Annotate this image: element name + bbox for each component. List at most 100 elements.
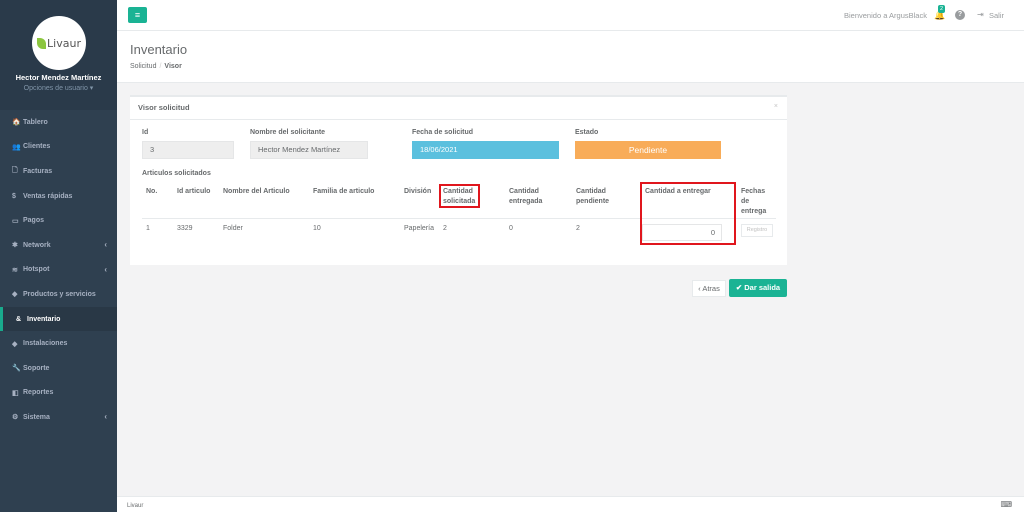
wifi-icon: ≋: [12, 266, 18, 274]
sidebar-item-label: Clientes: [23, 143, 51, 151]
sidebar-item-label: Productos y servicios: [23, 290, 96, 298]
logo-text: Livaur: [47, 36, 81, 50]
file-icon: 🗋: [12, 166, 18, 174]
sidebar-item-reportes[interactable]: ◧ Reportes: [0, 381, 117, 406]
sidebar-item-tablero[interactable]: 🏠 Tablero: [0, 110, 117, 135]
menu-toggle-button[interactable]: ≡: [128, 7, 147, 23]
cubes-icon: &: [16, 315, 22, 323]
sidebar-item-label: Hotspot: [23, 266, 50, 274]
date-field: 18/06/2021: [412, 141, 559, 159]
footer: Livaur ⌨: [117, 496, 1024, 512]
status-label: Estado: [575, 129, 599, 136]
sidebar: Livaur Hector Mendez Martínez Opciones d…: [0, 0, 117, 512]
sidebar-item-inventario[interactable]: & Inventario: [0, 306, 117, 332]
money-icon: ▭: [12, 217, 19, 225]
sidebar-item-label: Instalaciones: [23, 340, 68, 348]
requester-field: Hector Mendez Martínez: [250, 141, 368, 159]
tag-icon: ◆: [12, 291, 18, 299]
dollar-icon: $: [12, 192, 16, 200]
breadcrumb-separator: /: [159, 63, 162, 70]
help-icon[interactable]: ?: [955, 10, 965, 20]
id-label: Id: [142, 129, 149, 136]
column-header: Cantidad entregada: [509, 188, 543, 205]
user-options-dropdown[interactable]: Opciones de usuario ▾: [0, 84, 117, 92]
tag-icon: ◆: [12, 340, 18, 348]
network-icon: ✱: [12, 242, 18, 250]
chevron-left-icon: ‹: [104, 239, 107, 249]
register-button[interactable]: Registro: [741, 224, 773, 237]
footer-text: Livaur: [127, 503, 144, 509]
cell-delivered: 0: [509, 225, 513, 232]
sidebar-item-label: Ventas rápidas: [23, 192, 73, 200]
home-icon: 🏠: [12, 119, 21, 127]
sidebar-item-label: Soporte: [23, 364, 50, 372]
back-button[interactable]: ‹ Atras: [692, 280, 726, 297]
cell-division: Papelería: [404, 225, 434, 232]
dispatch-button[interactable]: ✔ Dar salida: [729, 279, 787, 297]
sign-out-icon[interactable]: ⇥: [977, 10, 984, 19]
items-section-title: Articulos solicitados: [142, 170, 211, 177]
breadcrumb-current: Visor: [164, 63, 182, 70]
logout-link[interactable]: Salir: [989, 11, 1004, 20]
cell-pending: 2: [576, 225, 580, 232]
top-navbar: ≡ Bienvenido a ArgusBlack 🔔 2 ? ⇥ Salir: [117, 0, 1024, 31]
highlight-box: [640, 182, 736, 245]
cell-no: 1: [146, 225, 150, 232]
wrench-icon: 🔧: [12, 365, 21, 373]
cell-item-id: 3329: [177, 225, 193, 232]
logo: Livaur: [32, 16, 86, 70]
sidebar-item-pagos[interactable]: ▭ Pagos: [0, 208, 117, 233]
leaf-icon: [37, 37, 47, 49]
sidebar-item-clientes[interactable]: 👥 Clientes: [0, 135, 117, 160]
column-header: Cantidad pendiente: [576, 188, 610, 205]
column-header: Nombre del Articulo: [223, 188, 290, 195]
notification-badge: 2: [938, 5, 946, 13]
cell-family: 10: [313, 225, 321, 232]
breadcrumb-solicitud[interactable]: Solicitud: [130, 63, 156, 70]
sidebar-item-network[interactable]: ✱ Network ‹: [0, 233, 117, 258]
sidebar-item-label: Facturas: [23, 167, 53, 175]
sidebar-item-label: Network: [23, 241, 51, 249]
chart-icon: ◧: [12, 389, 19, 397]
sidebar-item-hotspot[interactable]: ≋ Hotspot ‹: [0, 258, 117, 283]
page-heading: Inventario Solicitud / Visor: [117, 31, 1024, 83]
divider: [130, 119, 787, 120]
close-icon[interactable]: ×: [774, 103, 778, 110]
welcome-message: Bienvenido a ArgusBlack: [844, 11, 927, 20]
sidebar-item-label: Pagos: [23, 217, 45, 225]
date-label: Fecha de solicitud: [412, 129, 474, 136]
sidebar-item-label: Tablero: [23, 118, 48, 126]
keyboard-icon: ⌨: [1000, 500, 1012, 509]
column-header: Id articulo: [177, 188, 211, 195]
sidebar-item-label: Inventario: [27, 315, 61, 323]
sidebar-item-facturas[interactable]: 🗋 Facturas: [0, 159, 117, 184]
sidebar-item-instalaciones[interactable]: ◆ Instalaciones: [0, 331, 117, 356]
sidebar-nav: 🏠 Tablero 👥 Clientes 🗋 Facturas $ Ventas ráp…: [0, 110, 117, 430]
highlight-box: [439, 184, 480, 208]
gear-icon: ⚙: [12, 414, 19, 422]
sidebar-item-ventas-rapidas[interactable]: $ Ventas rápidas: [0, 184, 117, 209]
cell-requested: 2: [443, 225, 447, 232]
status-badge: Pendiente: [575, 141, 721, 159]
chevron-left-icon: ‹: [104, 264, 107, 274]
column-header: No.: [146, 188, 158, 195]
sidebar-item-label: Reportes: [23, 389, 54, 397]
breadcrumb: Solicitud / Visor: [130, 63, 182, 70]
user-name: Hector Mendez Martínez: [15, 73, 102, 82]
column-header: División: [404, 188, 432, 195]
users-icon: 👥: [12, 143, 21, 151]
sidebar-item-productos[interactable]: ◆ Productos y servicios: [0, 282, 117, 307]
requester-label: Nombre del solicitante: [250, 129, 326, 136]
sidebar-item-sistema[interactable]: ⚙ Sistema ‹: [0, 405, 117, 430]
id-field: 3: [142, 141, 234, 159]
profile-section: Livaur Hector Mendez Martínez Opciones d…: [0, 0, 117, 110]
column-header: Familia de articulo: [313, 188, 375, 195]
page-title: Inventario: [130, 42, 188, 57]
panel-title: Visor solicitud: [138, 103, 190, 112]
column-header: Fechas de entrega: [741, 188, 767, 215]
sidebar-item-soporte[interactable]: 🔧 Soporte: [0, 356, 117, 381]
cell-item-name: Folder: [223, 225, 243, 232]
chevron-left-icon: ‹: [104, 412, 107, 422]
sidebar-item-label: Sistema: [23, 413, 50, 421]
request-viewer-panel: Visor solicitud × Id 3 Nombre del solici…: [130, 95, 787, 265]
